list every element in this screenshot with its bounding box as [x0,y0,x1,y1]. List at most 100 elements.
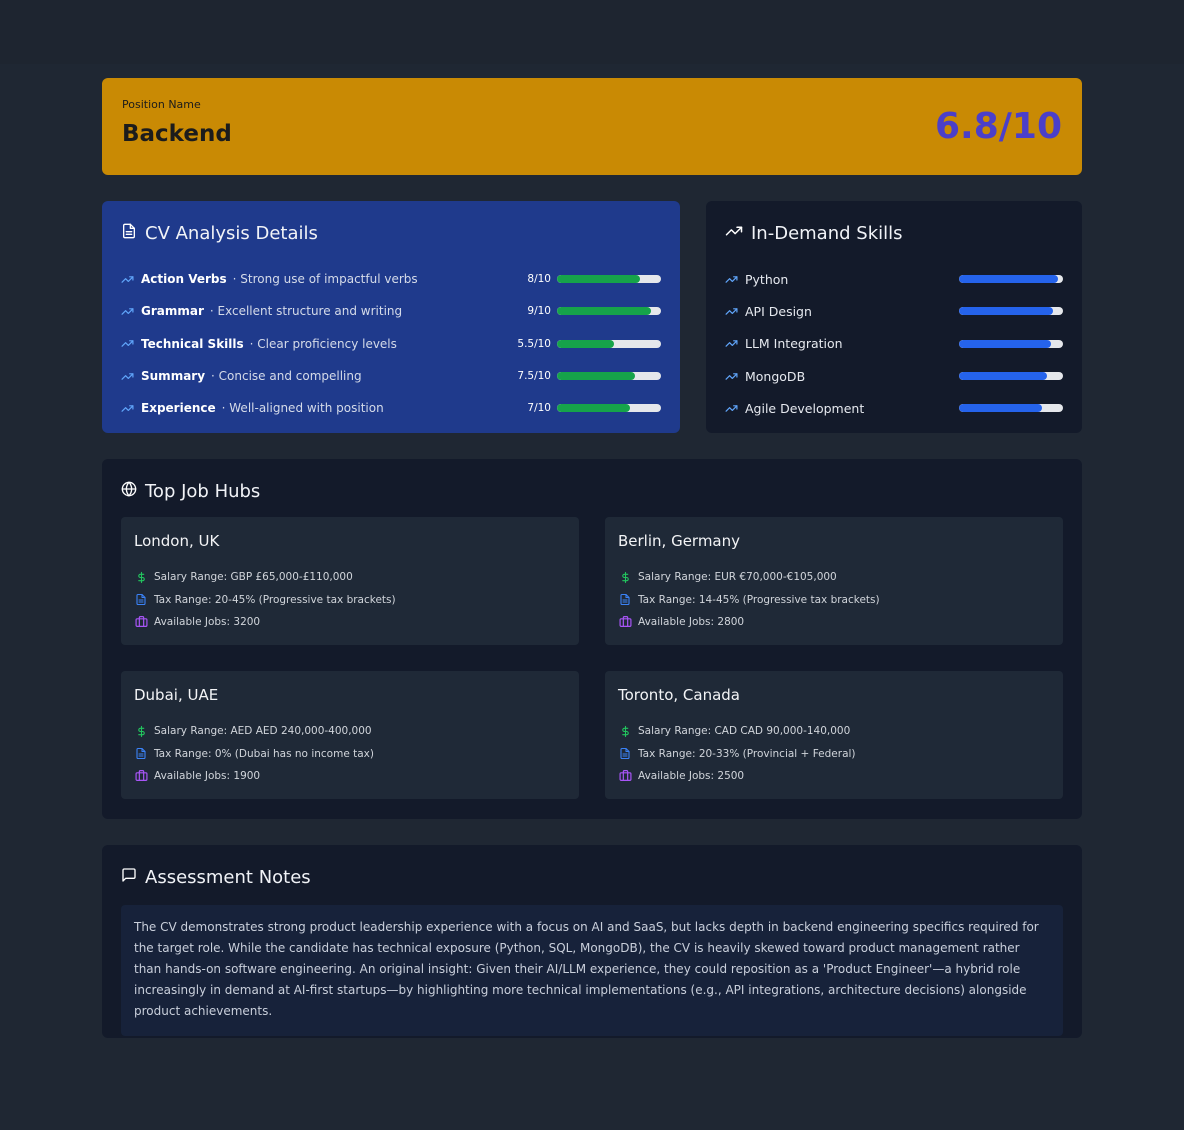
job-hubs-title: Top Job Hubs [145,480,261,502]
skill-bar [959,404,1063,413]
document-icon [134,747,148,760]
skill-bar-fill [959,307,1053,316]
hub-city: Toronto, Canada [618,686,740,704]
cv-metric-bar [557,404,661,413]
briefcase-icon [618,769,632,782]
skill-name: MongoDB [745,368,806,384]
skills-title: In-Demand Skills [751,222,903,244]
cv-analysis-title: CV Analysis Details [145,222,318,244]
hub-salary: Salary Range: EUR €70,000-€105,000 [638,571,837,584]
job-hub-card: Toronto, Canada Salary Range: CAD CAD 90,… [605,671,1063,799]
briefcase-icon [134,615,148,628]
skill-bar [959,372,1063,381]
cv-metric-row: Grammar · Excellent structure and writing… [121,295,661,327]
position-header: Position Name Backend 6.8/10 [102,78,1082,175]
notes-title: Assessment Notes [145,866,311,888]
hub-jobs-line: Available Jobs: 2800 [618,611,1050,633]
skill-name: Python [745,271,789,287]
cv-metric-row: Summary · Concise and compelling 7.5/10 [121,360,661,392]
document-icon [121,223,137,244]
assessment-notes-card: Assessment Notes The CV demonstrates str… [102,845,1082,1038]
hub-jobs-line: Available Jobs: 2500 [618,765,1050,787]
top-strip [0,0,1184,64]
skill-bar-fill [959,404,1043,413]
cv-metric-desc: · Strong use of impactful verbs [232,272,418,287]
hub-jobs: Available Jobs: 3200 [154,615,261,628]
trending-up-icon [121,370,135,383]
hub-salary: Salary Range: AED AED 240,000-400,000 [154,725,372,738]
trending-up-icon [121,273,135,286]
skill-row: Agile Development [725,392,1063,424]
top-job-hubs-card: Top Job Hubs London, UK Salary Range: GBP… [102,459,1082,819]
cv-metric-name: Action Verbs [141,272,227,287]
trending-up-icon [725,370,739,383]
job-hub-card: Dubai, UAE Salary Range: AED AED 240,000-… [121,671,579,799]
skill-row: Python [725,263,1063,295]
hub-tax-line: Tax Range: 20-45% (Progressive tax brack… [134,588,566,610]
trending-up-icon [121,305,135,318]
cv-metric-bar-fill [557,404,630,413]
trending-up-icon [121,402,135,415]
cv-metric-bar [557,372,661,381]
skill-name: API Design [745,303,812,319]
dollar-icon [134,725,148,738]
hub-city: London, UK [134,532,220,550]
cv-metric-row: Technical Skills · Clear proficiency leve… [121,328,661,360]
trending-up-icon [725,337,739,350]
trending-up-icon [121,337,135,350]
assessment-notes-text: The CV demonstrates strong product leade… [121,905,1063,1036]
position-title: Backend [122,121,232,147]
skill-row: API Design [725,295,1063,327]
hub-tax: Tax Range: 0% (Dubai has no income tax) [154,747,374,760]
trending-up-icon [725,305,739,318]
skill-bar-fill [959,275,1058,284]
in-demand-skills-card: In-Demand Skills Python API Design LLM Int… [706,201,1082,433]
cv-metric-name: Technical Skills [141,336,244,351]
cv-metric-name: Grammar [141,304,204,319]
document-icon [618,747,632,760]
cv-metric-name: Summary [141,369,206,384]
trending-up-icon [725,273,739,286]
hub-jobs: Available Jobs: 2500 [638,769,745,782]
cv-metric-desc: · Excellent structure and writing [209,304,403,319]
briefcase-icon [134,769,148,782]
report: Position Name Backend 6.8/10 CV Analysis… [102,78,1082,1038]
hub-tax-line: Tax Range: 20-33% (Provincial + Federal) [618,742,1050,764]
job-hub-card: Berlin, Germany Salary Range: EUR €70,000… [605,517,1063,645]
cv-metric-bar-fill [557,372,635,381]
cv-metric-bar-fill [557,307,651,316]
hub-tax-line: Tax Range: 14-45% (Progressive tax brack… [618,588,1050,610]
hub-salary: Salary Range: GBP £65,000-£110,000 [154,571,353,584]
cv-analysis-card: CV Analysis Details Action Verbs · Strong… [102,201,680,433]
hub-salary: Salary Range: CAD CAD 90,000-140,000 [638,725,851,738]
globe-icon [121,481,137,502]
job-hubs-grid: London, UK Salary Range: GBP £65,000-£110… [121,517,1063,799]
skill-bar [959,275,1063,284]
cv-metric-value: 7/10 [527,402,551,415]
dollar-icon [618,725,632,738]
hub-jobs: Available Jobs: 1900 [154,769,261,782]
skill-row: LLM Integration [725,328,1063,360]
cv-metric-bar [557,275,661,284]
cv-metric-desc: · Concise and compelling [211,369,362,384]
hub-salary-line: Salary Range: AED AED 240,000-400,000 [134,720,566,742]
position-label: Position Name [122,98,201,111]
cv-analysis-list: Action Verbs · Strong use of impactful ve… [121,263,661,424]
hub-tax: Tax Range: 20-33% (Provincial + Federal) [638,747,856,760]
trending-up-icon [725,222,743,245]
hub-jobs-line: Available Jobs: 3200 [134,611,566,633]
skill-bar [959,307,1063,316]
skill-bar-fill [959,339,1051,348]
cv-metric-value: 8/10 [527,273,551,286]
hub-salary-line: Salary Range: CAD CAD 90,000-140,000 [618,720,1050,742]
skill-name: LLM Integration [745,336,843,352]
trending-up-icon [725,402,739,415]
cv-analysis-header: CV Analysis Details [121,221,661,245]
cv-metric-value: 7.5/10 [517,370,551,383]
skills-header: In-Demand Skills [725,221,1063,245]
briefcase-icon [618,615,632,628]
hub-tax-line: Tax Range: 0% (Dubai has no income tax) [134,742,566,764]
hub-jobs-line: Available Jobs: 1900 [134,765,566,787]
hub-tax: Tax Range: 14-45% (Progressive tax brack… [638,593,880,606]
skills-list: Python API Design LLM Integration MongoDB Ag… [725,263,1063,424]
